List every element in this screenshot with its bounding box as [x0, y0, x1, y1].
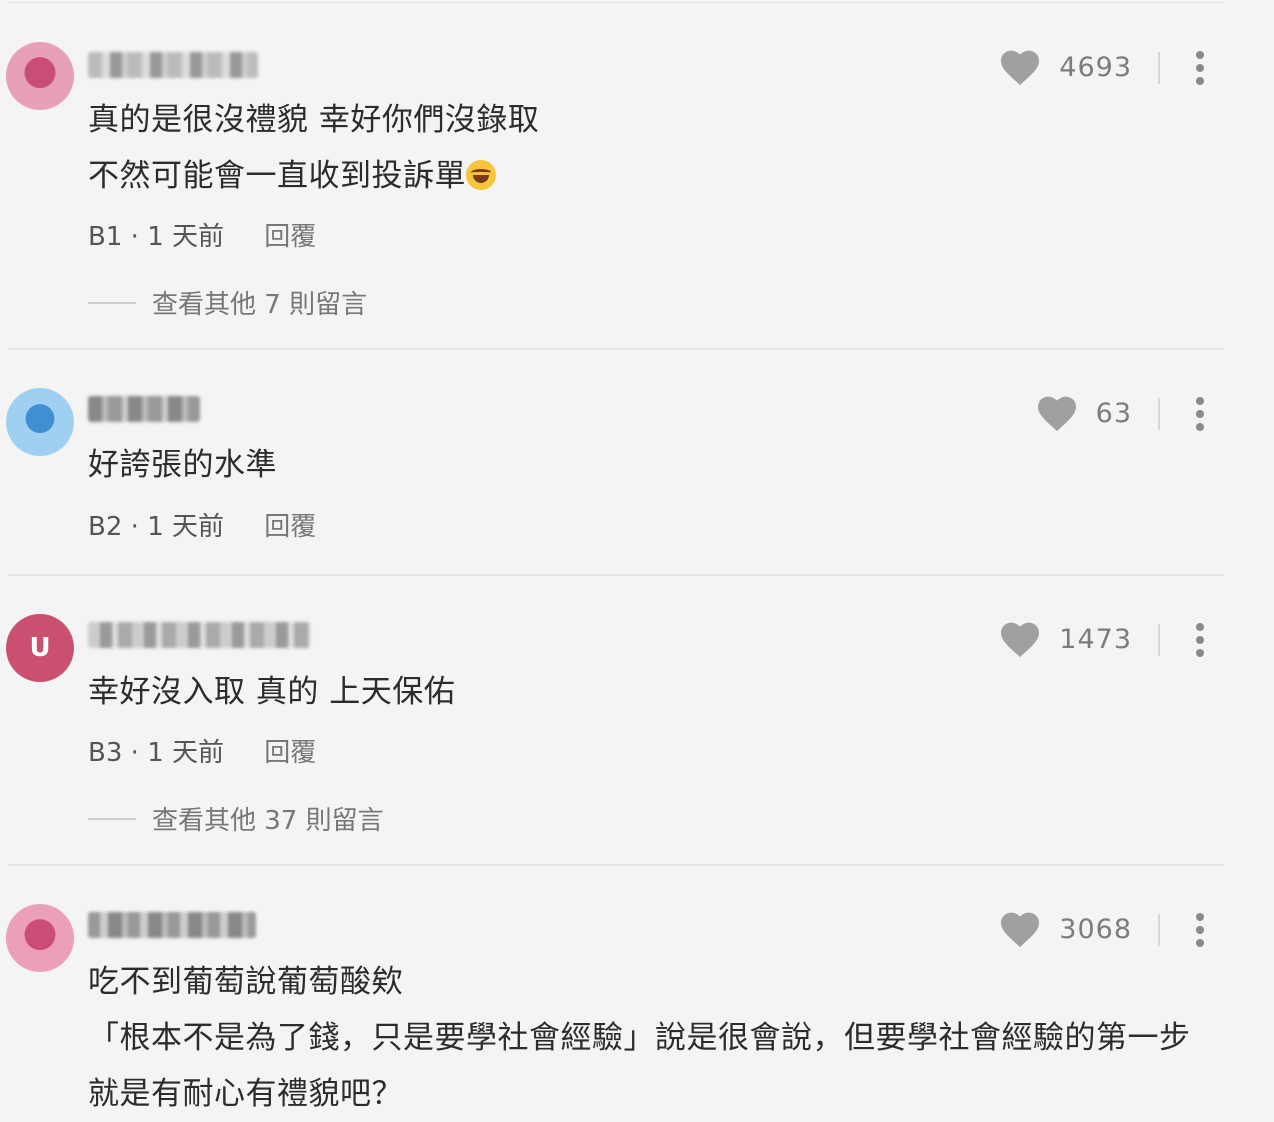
- heart-icon: [1001, 912, 1040, 948]
- floor-label: B3: [88, 738, 123, 768]
- comment-text: 吃不到葡萄說葡萄酸欸 「根本不是為了錢，只是要學社會經驗」說是很會說，但要學社會…: [88, 954, 1191, 1122]
- floor-label: B1: [88, 222, 123, 252]
- view-more-replies[interactable]: 查看其他 37 則留言: [88, 800, 384, 837]
- separator: [1158, 914, 1160, 946]
- comment-meta: B2 · 1 天前 回覆: [88, 506, 316, 543]
- reply-button[interactable]: 回覆: [264, 222, 316, 252]
- replies-line: [88, 817, 136, 820]
- separator: [1158, 52, 1160, 84]
- view-more-replies-label: 查看其他 7 則留言: [152, 290, 368, 320]
- timestamp: 1 天前: [147, 738, 224, 768]
- comment-divider: [8, 864, 1224, 866]
- avatar[interactable]: [6, 904, 74, 972]
- comment-line: 就是有耐心有禮貌吧？: [88, 1076, 403, 1112]
- comment-line: 「根本不是為了錢，只是要學社會經驗」說是很會說，但要學社會經驗的第一步: [88, 1020, 1191, 1056]
- top-divider: [8, 2, 1224, 3]
- comment-text: 好誇張的水準: [88, 437, 277, 493]
- meta-dot: ·: [130, 738, 148, 768]
- comment-line: 吃不到葡萄說葡萄酸欸: [88, 964, 403, 1000]
- more-options-icon[interactable]: [1188, 623, 1212, 657]
- more-options-icon[interactable]: [1188, 913, 1212, 947]
- reply-button[interactable]: 回覆: [264, 512, 316, 542]
- view-more-replies-label: 查看其他 37 則留言: [152, 806, 384, 836]
- avatar[interactable]: [6, 388, 74, 456]
- heart-icon: [1037, 396, 1076, 432]
- like-count: 3068: [1059, 913, 1132, 945]
- like-count: 4693: [1059, 51, 1132, 83]
- avatar-initial: [6, 388, 74, 456]
- separator: [1158, 398, 1160, 430]
- heart-icon: [1001, 622, 1040, 658]
- like-count: 63: [1095, 397, 1132, 429]
- heart-icon: [1001, 50, 1040, 86]
- replies-line: [88, 301, 136, 304]
- like-button[interactable]: 3068: [999, 910, 1132, 948]
- avatar-initial: [6, 904, 74, 972]
- meta-dot: ·: [130, 512, 148, 542]
- comment-text: 真的是很沒禮貌 幸好你們沒錄取 不然可能會一直收到投訴單: [88, 92, 539, 204]
- avatar-initial: U: [29, 633, 51, 663]
- comment-divider: [8, 574, 1224, 576]
- author-name-blurred[interactable]: [88, 622, 310, 648]
- author-name-blurred[interactable]: [88, 52, 258, 78]
- comment-line-with-emoji: 不然可能會一直收到投訴單: [88, 148, 539, 204]
- more-options-icon[interactable]: [1188, 51, 1212, 85]
- like-button[interactable]: 63: [1036, 394, 1132, 432]
- face-with-tears-of-joy-icon: [466, 160, 496, 190]
- comment-meta: B1 · 1 天前 回覆: [88, 216, 316, 253]
- floor-label: B2: [88, 512, 123, 542]
- meta-dot: ·: [130, 222, 148, 252]
- timestamp: 1 天前: [147, 222, 224, 252]
- more-options-icon[interactable]: [1188, 397, 1212, 431]
- comment-text: 幸好沒入取 真的 上天保佑: [88, 664, 455, 720]
- like-button[interactable]: 1473: [999, 620, 1132, 658]
- avatar-initial: [6, 42, 74, 110]
- comment-line: 幸好沒入取 真的 上天保佑: [88, 674, 456, 710]
- like-button[interactable]: 4693: [999, 48, 1132, 86]
- comment-divider: [8, 348, 1224, 350]
- separator: [1158, 624, 1160, 656]
- comment-meta: B3 · 1 天前 回覆: [88, 732, 316, 769]
- comment-line: 好誇張的水準: [88, 447, 277, 483]
- author-name-blurred[interactable]: [88, 912, 256, 938]
- comment-line: 真的是很沒禮貌 幸好你們沒錄取: [88, 102, 540, 138]
- timestamp: 1 天前: [147, 512, 224, 542]
- author-name-blurred[interactable]: [88, 396, 200, 422]
- like-count: 1473: [1059, 623, 1132, 655]
- avatar[interactable]: U: [6, 614, 74, 682]
- avatar[interactable]: [6, 42, 74, 110]
- reply-button[interactable]: 回覆: [264, 738, 316, 768]
- view-more-replies[interactable]: 查看其他 7 則留言: [88, 284, 367, 321]
